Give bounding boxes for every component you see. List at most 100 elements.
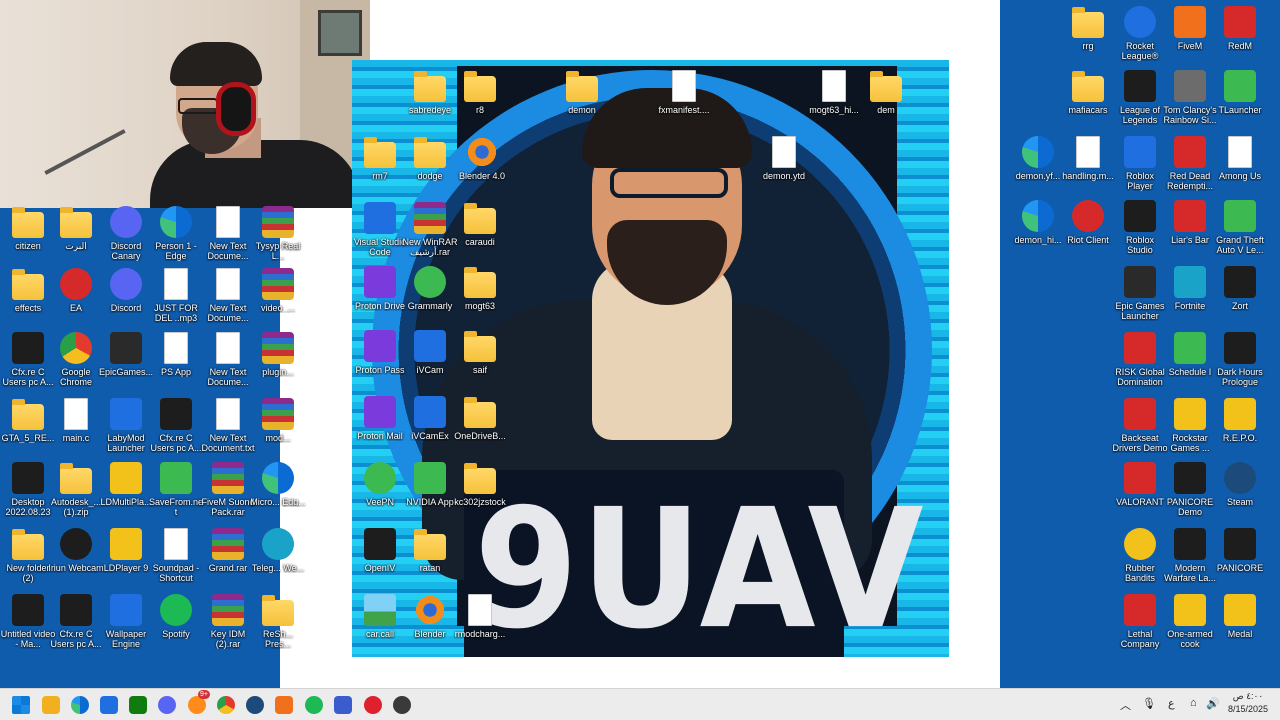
desktop-icon-ps-app[interactable]: PS App — [148, 332, 204, 377]
desktop-icon-openiv[interactable]: OpenIV — [352, 528, 408, 573]
desktop-icon-soundpad[interactable]: Soundpad - Shortcut — [148, 528, 204, 583]
desktop-icon-grammarly[interactable]: Grammarly — [402, 266, 458, 311]
desktop-icon-onedrive-b[interactable]: OneDriveB... — [452, 396, 508, 441]
desktop-icon-cfx-3[interactable]: Cfx.re C Users pc A... — [48, 594, 104, 649]
taskbar-messenger-button[interactable]: 9+ — [186, 690, 210, 716]
desktop-icon-ldmultiplayer[interactable]: LDMultiPla... — [98, 462, 154, 507]
tray-language[interactable]: ع — [1168, 697, 1175, 710]
desktop-icon-labymod[interactable]: LabyMod Launcher — [98, 398, 154, 453]
taskbar-steam-button[interactable] — [244, 694, 266, 716]
desktop-icon-demon-yf[interactable]: demon.yf... — [1010, 136, 1066, 181]
desktop-icon-main-c[interactable]: main.c — [48, 398, 104, 443]
desktop-icon-ldplayer9[interactable]: LDPlayer 9 — [98, 528, 154, 573]
desktop-icon-reshade[interactable]: ReSh... Pres... — [250, 594, 306, 649]
desktop-icon-proton-mail[interactable]: Proton Mail — [352, 396, 408, 441]
desktop-icon-rubber-bandits[interactable]: Rubber Bandits — [1112, 528, 1168, 583]
desktop-icon-proton-pass[interactable]: Proton Pass — [352, 330, 408, 375]
desktop-icon-lethal-company[interactable]: Lethal Company — [1112, 594, 1168, 649]
tray-clock[interactable]: ٤:٠٠ ص 8/15/2025 — [1222, 690, 1274, 716]
desktop-icon-discord[interactable]: Discord — [98, 268, 154, 313]
desktop-icon-new-text-1[interactable]: New Text Docume... — [200, 206, 256, 261]
tray-volume-icon[interactable]: 🔊 — [1206, 697, 1220, 710]
taskbar-store-button[interactable] — [98, 694, 120, 716]
desktop-icon-fxmanifest[interactable]: fxmanifest.... — [656, 70, 712, 115]
desktop-icon-rm7[interactable]: rm7 — [352, 136, 408, 181]
desktop-icon-albert[interactable]: البرت — [48, 206, 104, 251]
desktop-icon-rocket-league[interactable]: Rocket League® — [1112, 6, 1168, 61]
desktop-icon-discord-canary[interactable]: Discord Canary — [98, 206, 154, 261]
desktop-icon-vscode[interactable]: Visual Studio Code — [352, 202, 408, 257]
desktop-icon-rainbow-six[interactable]: Tom Clancy's Rainbow Si... — [1162, 70, 1218, 125]
desktop-icon-schedule[interactable]: Schedule I — [1162, 332, 1218, 377]
desktop-icon-caraudi[interactable]: caraudi — [452, 202, 508, 247]
desktop-icon-fivem-sound[interactable]: FiveM Suond Pack.rar — [200, 462, 256, 517]
desktop-icon-backseat[interactable]: Backseat Drivers Demo — [1112, 398, 1168, 453]
desktop-icon-key-idm[interactable]: Key IDM (2).rar — [200, 594, 256, 649]
desktop-icon-risk[interactable]: RISK Global Domination — [1112, 332, 1168, 387]
desktop-icon-mafiacars[interactable]: mafiacars — [1060, 70, 1116, 115]
desktop-icon-repo[interactable]: R.E.P.O. — [1212, 398, 1268, 443]
desktop-icon-roblox-player[interactable]: Roblox Player — [1112, 136, 1168, 191]
taskbar-edge-button[interactable] — [69, 694, 91, 716]
desktop-icon-rdr2[interactable]: Red Dead Redempti... — [1162, 136, 1218, 191]
desktop-icon-dark-hours[interactable]: Dark Hours Prologue — [1212, 332, 1268, 387]
desktop-icon-riot-client[interactable]: Riot Client — [1060, 200, 1116, 245]
desktop-icon-iriun-webcam[interactable]: Iriun Webcam — [48, 528, 104, 573]
desktop-icon-fivem[interactable]: FiveM — [1162, 6, 1218, 51]
desktop-icon-tysyp[interactable]: Tysyp Real L... — [250, 206, 306, 261]
desktop-icon-redm[interactable]: RedM — [1212, 6, 1268, 51]
desktop-icon-dodge[interactable]: dodge — [402, 136, 458, 181]
desktop-icon-google-chrome[interactable]: Google Chrome — [48, 332, 104, 387]
desktop-icon-sabredeye[interactable]: sabredeye — [402, 70, 458, 115]
desktop-icon-microsoft-edge[interactable]: Micro... Edg... — [250, 462, 306, 507]
tray-microphone-icon[interactable]: 🎙 — [1142, 697, 1156, 710]
desktop-icon-grand-rar[interactable]: Grand.rar — [200, 528, 256, 573]
desktop-icon-demon-hi[interactable]: demon_hi... — [1010, 200, 1066, 245]
tray-network-icon[interactable]: ⌂ — [1190, 697, 1197, 709]
desktop-icon-mogt63[interactable]: mogt63 — [452, 266, 508, 311]
desktop-icon-proton-drive[interactable]: Proton Drive — [352, 266, 408, 311]
desktop-icon-veepn[interactable]: VeePN — [352, 462, 408, 507]
desktop-icon-rmodcharg[interactable]: rmodcharg... — [452, 594, 508, 639]
desktop-icon-zort[interactable]: Zort — [1212, 266, 1268, 311]
desktop-icon-ea[interactable]: EA — [48, 268, 104, 313]
desktop-icon-demon-ytd[interactable]: demon.ytd — [756, 136, 812, 181]
desktop-icon-new-text-3[interactable]: New Text Docume... — [200, 332, 256, 387]
desktop-icon-epicgames[interactable]: EpicGames... — [98, 332, 154, 377]
desktop-icon-autodesk[interactable]: Autodesk_... (1).zip — [48, 462, 104, 517]
desktop-icon-medal[interactable]: Medal — [1212, 594, 1268, 639]
desktop-icon-person-edge[interactable]: Person 1 - Edge — [148, 206, 204, 261]
desktop-icon-dem[interactable]: dem — [858, 70, 914, 115]
desktop-icon-new-text-4[interactable]: New Text Document.txt — [200, 398, 256, 453]
desktop-icon-telegram[interactable]: Teleg... We... — [250, 528, 306, 573]
desktop-icon-blender-40[interactable]: Blender 4.0 — [454, 136, 510, 181]
desktop-icon-just-for-del[interactable]: JUST FOR DEL ..mp3 — [148, 268, 204, 323]
desktop-icon-new-text-2[interactable]: New Text Docume... — [200, 268, 256, 323]
desktop-icon-ivcam[interactable]: iVCam — [402, 330, 458, 375]
desktop-icon-among-us[interactable]: Among Us — [1212, 136, 1268, 181]
taskbar-xbox-button[interactable] — [127, 694, 149, 716]
desktop-icon-blender-2[interactable]: Blender — [402, 594, 458, 639]
desktop-icon-kc302[interactable]: kc302jzstock — [452, 462, 508, 507]
desktop-icon-wallpaper-engine[interactable]: Wallpaper Engine — [98, 594, 154, 649]
desktop-icon-fortnite[interactable]: Fortnite — [1162, 266, 1218, 311]
desktop-icon-handling[interactable]: handling.m... — [1060, 136, 1116, 181]
taskbar-discord-button[interactable] — [156, 694, 178, 716]
desktop-icon-mods[interactable]: mod... — [250, 398, 306, 443]
desktop-icon-epic-launcher[interactable]: Epic Games Launcher — [1112, 266, 1168, 321]
desktop-icon-ratan[interactable]: ratan — [402, 528, 458, 573]
desktop-icon-league[interactable]: League of Legends — [1112, 70, 1168, 125]
taskbar-chrome-button[interactable] — [215, 694, 237, 716]
desktop-icon-cfx-2[interactable]: Cfx.re C Users pc A... — [148, 398, 204, 453]
desktop-icon-steam[interactable]: Steam — [1212, 462, 1268, 507]
desktop-icon-demon[interactable]: demon — [554, 70, 610, 115]
desktop-icon-new-winrar[interactable]: New WinRAR أرشيف.rar — [402, 202, 458, 257]
desktop-icon-rockstar[interactable]: Rockstar Games ... — [1162, 398, 1218, 453]
desktop-icon-rrg[interactable]: rrg — [1060, 6, 1116, 51]
desktop-icon-nvidia-app[interactable]: NVIDIA App — [402, 462, 458, 507]
taskbar-spotify-button[interactable] — [303, 694, 325, 716]
tray-chevron-up-icon[interactable]: ︿ — [1120, 697, 1131, 713]
desktop-icon-video[interactable]: video_... — [250, 268, 306, 313]
desktop-icon-gta5-game[interactable]: Grand Theft Auto V Le... — [1212, 200, 1268, 255]
desktop-icon-tlauncher[interactable]: TLauncher — [1212, 70, 1268, 115]
